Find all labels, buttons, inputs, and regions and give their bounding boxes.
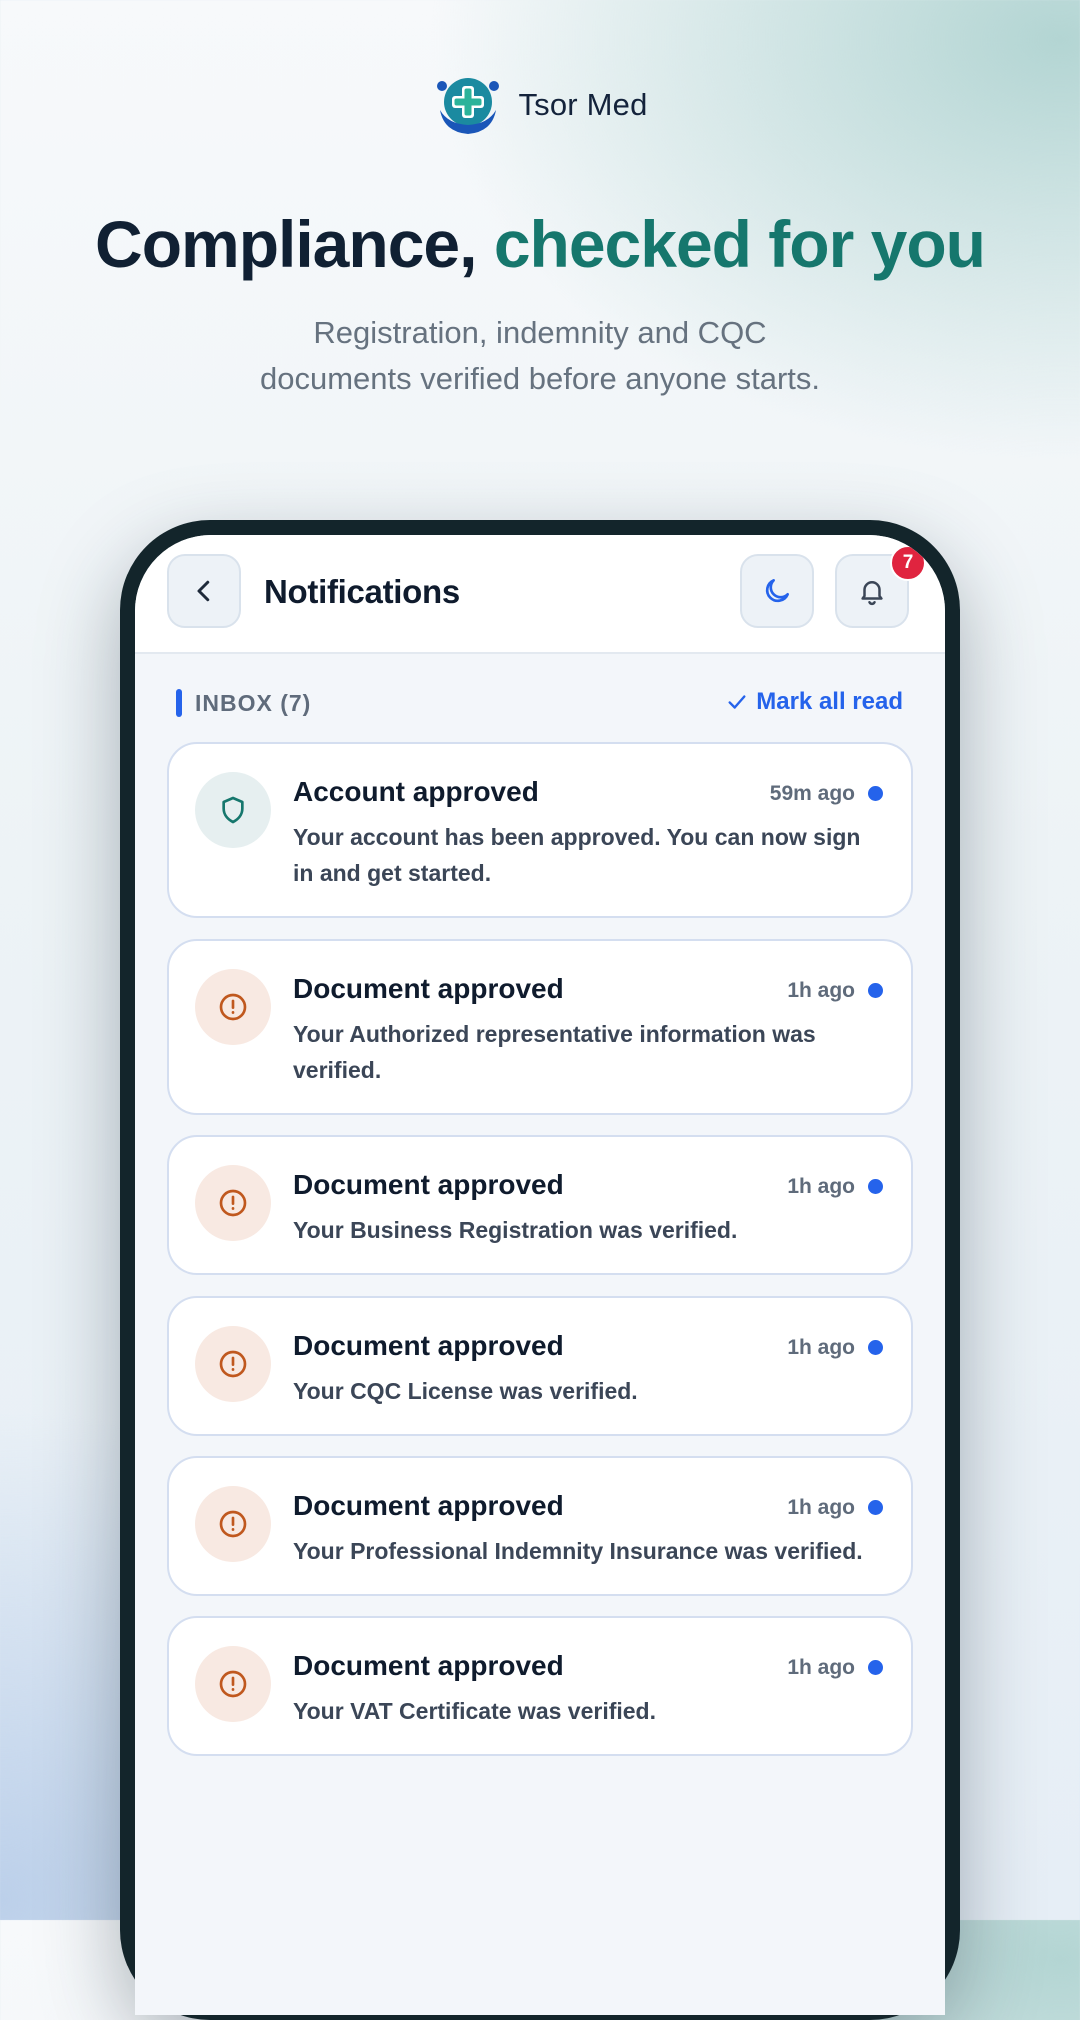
- notification-title: Document approved: [293, 973, 564, 1004]
- unread-dot: [868, 1660, 883, 1675]
- notification-body: Your Business Registration was verified.: [293, 1217, 738, 1243]
- alert-circle-icon: [219, 1670, 247, 1698]
- inbox-label: INBOX (7): [195, 690, 312, 716]
- hero-title-main: Compliance,: [95, 207, 477, 281]
- chevron-left-icon: [197, 580, 210, 602]
- unread-dot: [868, 1340, 883, 1355]
- notification-count-badge: 7: [890, 545, 926, 581]
- page-title: Notifications: [264, 573, 460, 610]
- notification-title: Account approved: [293, 776, 539, 807]
- notification-icon-wrap: [195, 1165, 271, 1241]
- notification-title: Document approved: [293, 1330, 564, 1361]
- unread-dot: [868, 1179, 883, 1194]
- inbox-indicator-bar: [176, 689, 182, 717]
- notification-time: 1h ago: [787, 1175, 855, 1198]
- mark-all-read-button[interactable]: Mark all read: [726, 688, 903, 716]
- hero-subtitle: Registration, indemnity and CQC document…: [0, 310, 1080, 402]
- notification-time: 1h ago: [787, 1496, 855, 1519]
- notification-body: Your Authorized representative informati…: [293, 1021, 816, 1083]
- notification-title: Document approved: [293, 1490, 564, 1521]
- notification-body: Your VAT Certificate was verified.: [293, 1698, 656, 1724]
- unread-dot: [868, 786, 883, 801]
- notification-icon-wrap: [195, 1646, 271, 1722]
- alert-circle-icon: [219, 1510, 247, 1538]
- hero-title-accent: checked for you: [493, 207, 986, 281]
- notification-title: Document approved: [293, 1169, 564, 1200]
- theme-toggle-button[interactable]: [740, 554, 814, 628]
- back-button[interactable]: [167, 554, 241, 628]
- notification-icon-wrap: [195, 1326, 271, 1402]
- unread-dot: [868, 1500, 883, 1515]
- phone-screen: Notifications 7 INBOX (7) Mark all read …: [135, 535, 945, 2015]
- notification-body: Your account has been approved. You can …: [293, 824, 861, 886]
- hero-subtitle-line-1: Registration, indemnity and CQC: [313, 315, 767, 350]
- phone-frame: Notifications 7 INBOX (7) Mark all read …: [120, 520, 960, 2020]
- unread-dot: [868, 983, 883, 998]
- notification-icon-wrap: [195, 772, 271, 848]
- notification-card[interactable]: Document approved 1h ago Your Profession…: [167, 1456, 913, 1596]
- notification-time: 1h ago: [787, 979, 855, 1002]
- hero-subtitle-line-2: documents verified before anyone starts.: [259, 361, 821, 396]
- shield-icon: [222, 796, 244, 824]
- check-icon: [728, 695, 746, 709]
- mark-all-read-label: Mark all read: [756, 688, 903, 715]
- brand-header: Tsor Med: [0, 72, 1080, 138]
- alert-circle-icon: [219, 1350, 247, 1378]
- notification-card[interactable]: Document approved 1h ago Your VAT Certif…: [167, 1616, 913, 1756]
- notification-time: 1h ago: [787, 1656, 855, 1679]
- bell-icon: [861, 581, 883, 606]
- moon-icon: [765, 579, 789, 603]
- medical-cross-logo-icon: [437, 78, 500, 134]
- app-bar: Notifications 7: [135, 535, 945, 654]
- notification-card[interactable]: Account approved 59m ago Your account ha…: [167, 742, 913, 918]
- notification-card[interactable]: Document approved 1h ago Your Business R…: [167, 1135, 913, 1275]
- notification-card[interactable]: Document approved 1h ago Your Authorized…: [167, 939, 913, 1115]
- notification-icon-wrap: [195, 1486, 271, 1562]
- alert-circle-icon: [219, 1189, 247, 1217]
- notification-card[interactable]: Document approved 1h ago Your CQC Licens…: [167, 1296, 913, 1436]
- alert-circle-icon: [219, 993, 247, 1021]
- notification-title: Document approved: [293, 1650, 564, 1681]
- notification-icon-wrap: [195, 969, 271, 1045]
- brand-name: Tsor Med: [518, 87, 648, 122]
- hero-title: Compliance, checked for you: [0, 206, 1080, 282]
- notification-time: 1h ago: [787, 1336, 855, 1359]
- notification-time: 59m ago: [769, 782, 855, 805]
- notification-body: Your CQC License was verified.: [293, 1378, 638, 1404]
- notification-body: Your Professional Indemnity Insurance wa…: [293, 1538, 863, 1564]
